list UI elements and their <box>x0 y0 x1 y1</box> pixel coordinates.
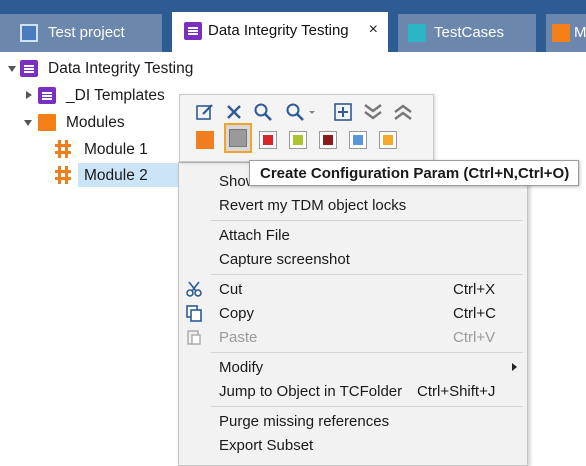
search-icon[interactable] <box>252 101 274 123</box>
green-swatch-icon[interactable] <box>289 131 307 149</box>
orange-folder-icon <box>552 24 570 42</box>
menu-item-cut[interactable]: Cut Ctrl+X <box>179 277 527 301</box>
edit-icon[interactable] <box>194 101 216 123</box>
menu-label: Capture screenshot <box>219 251 350 268</box>
teal-folder-icon <box>408 24 426 42</box>
menu-shortcut: Ctrl+X <box>453 281 496 298</box>
menu-item-capture-screenshot[interactable]: Capture screenshot <box>179 247 527 271</box>
tab-label: Test project <box>48 24 125 41</box>
tree-label: Modules <box>66 114 125 131</box>
yellow-swatch-icon[interactable] <box>379 131 397 149</box>
purple-list-icon <box>20 60 38 77</box>
close-icon[interactable]: × <box>369 21 378 39</box>
mini-toolbar <box>179 94 434 162</box>
menu-separator <box>211 220 523 221</box>
menu-separator <box>211 352 523 353</box>
tab-label: TestCases <box>434 24 505 41</box>
purple-list-icon <box>38 87 56 104</box>
delete-icon[interactable] <box>223 101 245 123</box>
menu-shortcut: Ctrl+Shift+J <box>417 383 496 400</box>
tab-data-integrity-testing[interactable]: Data Integrity Testing × <box>172 12 388 52</box>
tree-label: Data Integrity Testing <box>48 60 194 77</box>
expand-arrow-icon[interactable] <box>26 91 32 99</box>
tab-label: M <box>574 24 586 41</box>
collapse-arrow-icon[interactable] <box>24 120 32 126</box>
tree-node-module-2[interactable]: Module 2 <box>52 163 186 187</box>
module-icon <box>55 166 71 184</box>
tab-m[interactable]: M <box>546 14 586 52</box>
menu-item-purge-references[interactable]: Purge missing references <box>179 409 527 433</box>
menu-label: Modify <box>219 359 264 376</box>
menu-separator <box>211 274 523 275</box>
scissors-icon <box>186 281 202 297</box>
tooltip-text: Create Configuration Param (Ctrl+N,Ctrl+… <box>260 165 570 182</box>
menu-label: Purge missing references <box>219 413 390 430</box>
tree-node-di-templates[interactable]: _DI Templates <box>24 83 184 107</box>
tree-node-module-1[interactable]: Module 1 <box>52 137 172 161</box>
red-swatch-icon[interactable] <box>259 131 277 149</box>
menu-label: Attach File <box>219 227 290 244</box>
tab-testcases[interactable]: TestCases <box>398 14 536 52</box>
tab-label: Data Integrity Testing <box>208 22 349 39</box>
purple-list-icon <box>184 22 202 40</box>
tab-bar: Test project Data Integrity Testing × Te… <box>0 0 586 52</box>
orange-folder-icon <box>38 114 56 131</box>
tooltip: Create Configuration Param (Ctrl+N,Ctrl+… <box>249 160 579 186</box>
gray-swatch-icon[interactable] <box>229 129 247 147</box>
menu-label: Revert my TDM object locks <box>219 197 407 214</box>
tree-node-root[interactable]: Data Integrity Testing <box>6 56 226 80</box>
tree-label: _DI Templates <box>66 87 165 104</box>
menu-separator <box>211 406 523 407</box>
menu-label: Cut <box>219 281 243 298</box>
menu-label: Copy <box>219 305 255 322</box>
tree-label: Module 2 <box>84 167 148 184</box>
menu-item-attach-file[interactable]: Attach File <box>179 223 527 247</box>
menu-shortcut: Ctrl+V <box>453 329 496 346</box>
tab-test-project[interactable]: Test project <box>0 14 162 52</box>
blue-swatch-icon[interactable] <box>349 131 367 149</box>
menu-shortcut: Ctrl+C <box>453 305 496 322</box>
menu-label: Jump to Object in TCFolder <box>219 383 403 400</box>
menu-item-jump-to-object[interactable]: Jump to Object in TCFolder Ctrl+Shift+J <box>179 379 527 403</box>
context-menu: Show Revert my TDM object locks Attach F… <box>178 162 528 466</box>
search-dropdown-icon[interactable] <box>284 101 318 123</box>
menu-item-copy[interactable]: Copy Ctrl+C <box>179 301 527 325</box>
paste-icon <box>187 330 201 345</box>
tree-label: Module 1 <box>84 141 148 158</box>
dark-red-swatch-icon[interactable] <box>319 131 337 149</box>
menu-item-export-subset[interactable]: Export Subset <box>179 433 527 457</box>
menu-label: Paste <box>219 329 258 346</box>
menu-item-modify[interactable]: Modify <box>179 355 527 379</box>
orange-swatch-icon[interactable] <box>196 131 214 149</box>
collapse-arrow-icon[interactable] <box>8 66 16 72</box>
menu-item-paste[interactable]: Paste Ctrl+V <box>179 325 527 349</box>
copy-icon <box>186 305 202 322</box>
add-icon[interactable] <box>332 101 354 123</box>
project-icon <box>20 24 38 42</box>
module-icon <box>55 140 71 158</box>
menu-label: Export Subset <box>219 437 314 454</box>
tree-node-modules[interactable]: Modules <box>24 110 144 134</box>
menu-item-revert-locks[interactable]: Revert my TDM object locks <box>179 193 527 217</box>
expand-all-icon[interactable] <box>362 101 384 123</box>
collapse-all-icon[interactable] <box>392 101 414 123</box>
submenu-arrow-icon <box>512 363 517 371</box>
